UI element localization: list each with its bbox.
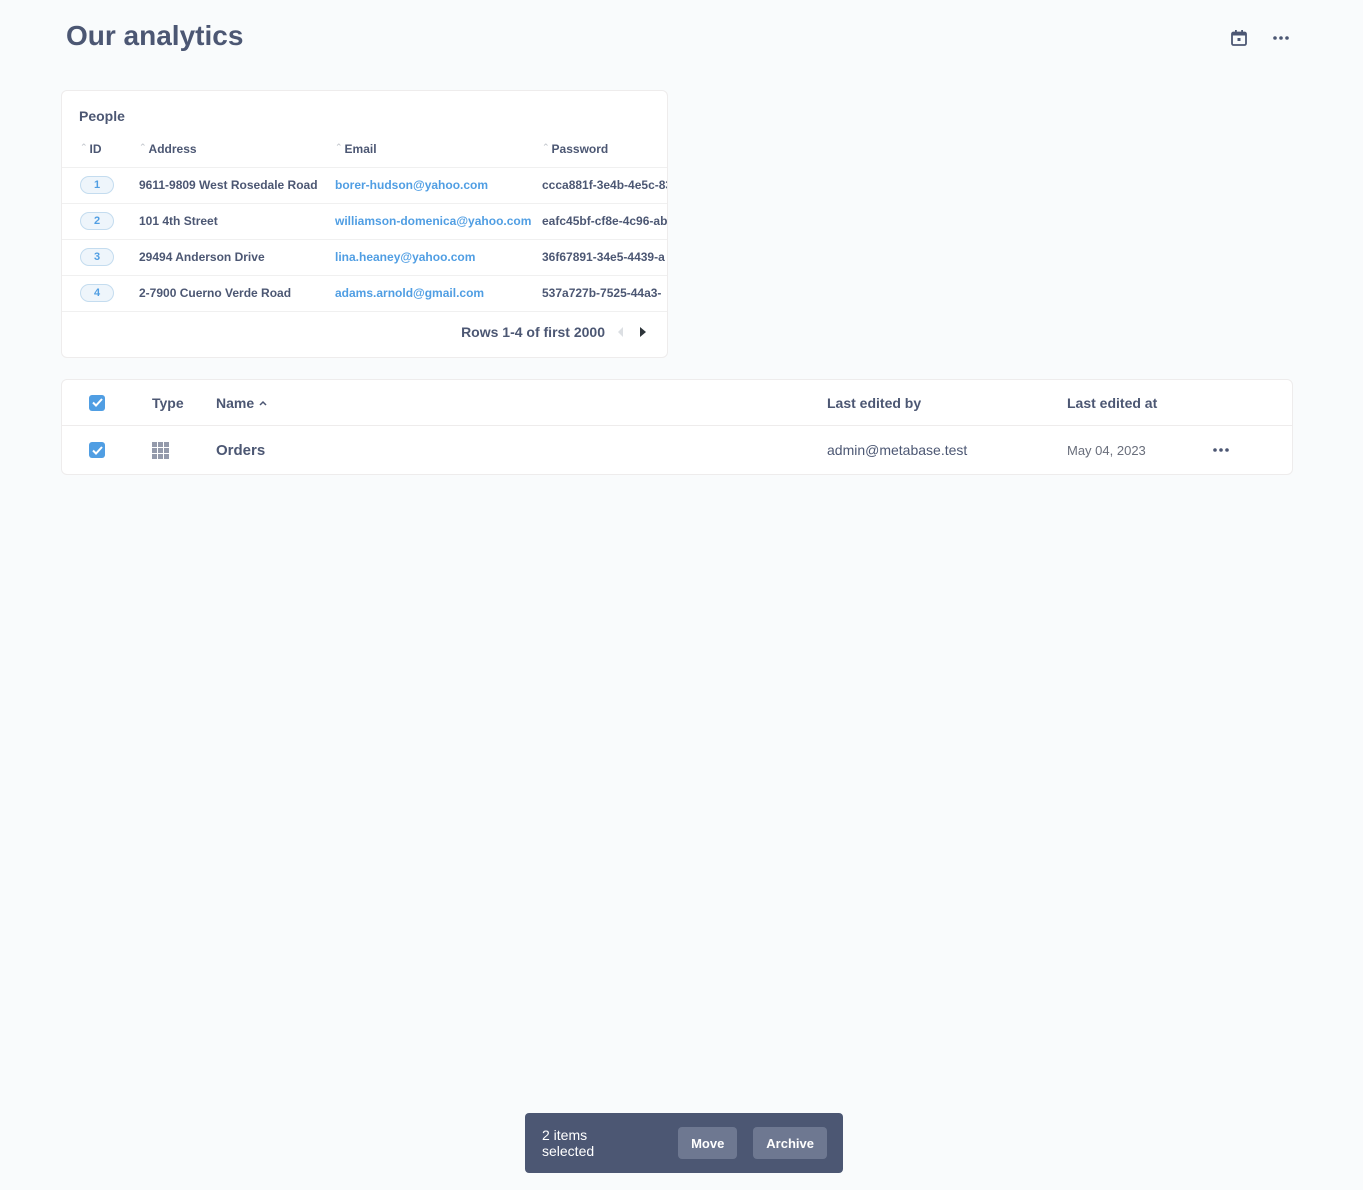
column-header-type[interactable]: Type — [152, 380, 184, 425]
previous-page-icon[interactable] — [615, 325, 627, 339]
address-cell: 9611-9809 West Rosedale Road — [139, 166, 335, 203]
table-row: 3 29494 Anderson Drive lina.heaney@yahoo… — [62, 238, 667, 275]
sort-icon: ⌃ — [80, 141, 88, 152]
table-row: 2 101 4th Street williamson-domenica@yah… — [62, 202, 667, 239]
email-link[interactable]: lina.heaney@yahoo.com — [335, 250, 475, 264]
table-row: 1 9611-9809 West Rosedale Road borer-hud… — [62, 166, 667, 203]
column-header-id[interactable]: ⌃ ID — [62, 131, 139, 167]
password-cell: ccca881f-3e4b-4e5c-83 — [542, 166, 667, 203]
sort-icon: ⌃ — [335, 141, 343, 152]
column-header-name[interactable]: Name — [216, 380, 267, 425]
pagination: Rows 1-4 of first 2000 — [461, 324, 649, 340]
sort-icon: ⌃ — [542, 141, 550, 152]
list-item[interactable]: Orders admin@metabase.test May 04, 2023 — [62, 426, 1292, 474]
item-more-options-icon[interactable] — [1212, 426, 1230, 474]
id-pill[interactable]: 4 — [80, 284, 114, 302]
item-checkbox[interactable] — [89, 442, 105, 458]
calendar-icon[interactable] — [1227, 26, 1251, 50]
items-table-header: Type Name Last edited by Last edited at — [62, 380, 1292, 426]
collection-items-table: Type Name Last edited by Last edited at … — [61, 379, 1293, 475]
password-cell: 36f67891-34e5-4439-a — [542, 238, 667, 275]
column-header-last-edited-by[interactable]: Last edited by — [827, 380, 921, 425]
item-last-edited-at: May 04, 2023 — [1067, 442, 1146, 458]
pinned-question-card[interactable]: People ⌃ ID ⌃ Address ⌃ Email ⌃ Password 1 9… — [61, 90, 668, 358]
more-options-icon[interactable] — [1269, 26, 1293, 50]
column-header-email[interactable]: ⌃ Email — [335, 131, 542, 167]
email-link[interactable]: williamson-domenica@yahoo.com — [335, 214, 531, 228]
move-button[interactable]: Move — [678, 1127, 738, 1159]
select-all-checkbox[interactable] — [89, 394, 105, 411]
archive-button[interactable]: Archive — [753, 1127, 827, 1159]
selected-count: 2 items selected — [542, 1127, 595, 1159]
item-name[interactable]: Orders — [216, 426, 265, 474]
address-cell: 29494 Anderson Drive — [139, 238, 335, 275]
email-link[interactable]: borer-hudson@yahoo.com — [335, 178, 488, 192]
page-title: Our analytics — [66, 20, 244, 51]
email-link[interactable]: adams.arnold@gmail.com — [335, 286, 484, 300]
column-header-last-edited-at[interactable]: Last edited at — [1067, 380, 1157, 425]
sort-ascending-icon — [259, 400, 267, 406]
table-row: 4 2-7900 Cuerno Verde Road adams.arnold@… — [62, 274, 667, 312]
column-header-address[interactable]: ⌃ Address — [139, 131, 335, 167]
pagination-label: Rows 1-4 of first 2000 — [461, 324, 605, 340]
password-cell: 537a727b-7525-44a3- — [542, 274, 667, 312]
id-pill[interactable]: 3 — [80, 248, 114, 266]
id-pill[interactable]: 1 — [80, 176, 114, 194]
password-cell: eafc45bf-cf8e-4c96-ab — [542, 202, 667, 239]
bulk-action-bar: 2 items selected Move Archive — [525, 1113, 843, 1173]
header-actions — [1227, 26, 1293, 50]
people-table: ⌃ ID ⌃ Address ⌃ Email ⌃ Password 1 9611-980… — [62, 131, 667, 312]
next-page-icon[interactable] — [637, 325, 649, 339]
item-last-edited-by: admin@metabase.test — [827, 442, 968, 458]
id-pill[interactable]: 2 — [80, 212, 114, 230]
card-title: People — [79, 108, 125, 124]
address-cell: 101 4th Street — [139, 202, 335, 239]
table-icon — [152, 441, 169, 459]
sort-icon: ⌃ — [139, 141, 147, 152]
address-cell: 2-7900 Cuerno Verde Road — [139, 274, 335, 312]
column-header-password[interactable]: ⌃ Password — [542, 131, 667, 167]
